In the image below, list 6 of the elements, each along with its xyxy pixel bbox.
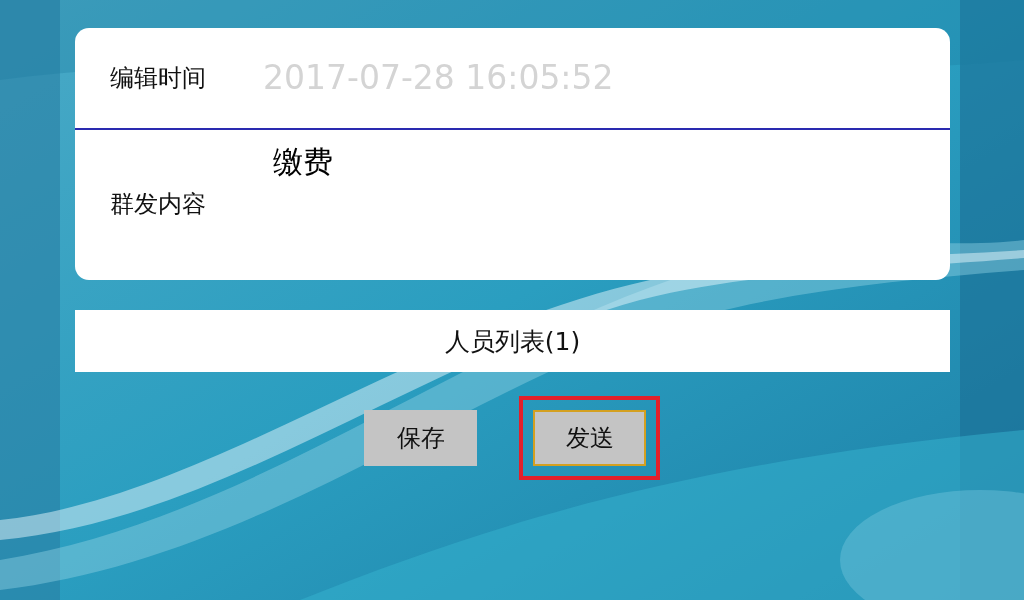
field-label: 编辑时间 [110, 63, 207, 94]
action-button[interactable]: 保存 [364, 410, 477, 466]
message-content-field[interactable]: 缴费 [273, 142, 333, 183]
field-label: 群发内容 [110, 189, 207, 220]
action-button[interactable]: 发送 [533, 410, 646, 466]
member-list-bar[interactable]: 人员列表(1) [75, 310, 950, 372]
